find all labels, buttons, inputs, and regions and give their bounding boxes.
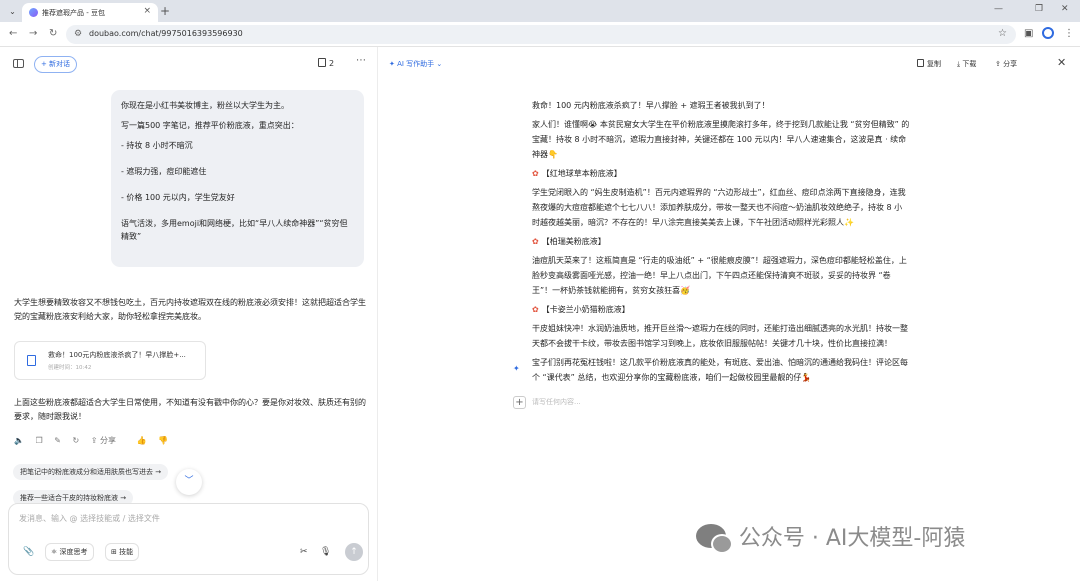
product-description: 油痘肌天菜来了！这瓶简直是 “行走的吸油纸” + “很能痕皮膜”！超强遮瑕力，深… — [532, 256, 907, 295]
browser-tab-active[interactable]: 推荐遮瑕产品 - 豆包 × — [22, 3, 158, 22]
browser-tab-strip: ⌄ 推荐遮瑕产品 - 豆包 × + — ❐ ✕ — [0, 0, 1080, 22]
forward-icon[interactable]: → — [29, 28, 37, 39]
tab-title: 推荐遮瑕产品 - 豆包 — [42, 9, 105, 17]
user-message-line: - 遮瑕力强，痘印能遮住 — [121, 167, 207, 176]
documents-count-button[interactable]: 2 — [318, 58, 334, 68]
chat-panel: + 新对话 2 ⋯ 你现在是小红书美妆博主，粉丝以大学生为主。 写一篇500 字… — [0, 47, 378, 581]
document-icon — [27, 355, 36, 366]
assistant-reply-intro: 大学生想要精致妆容又不想钱包吃土，百元内持妆遮瑕双在线的粉底液必须安排！这就把超… — [14, 298, 366, 321]
address-bar[interactable]: ⚙ doubao.com/chat/9975016393596930 ☆ — [66, 25, 1016, 44]
add-block-button[interactable]: + — [513, 396, 526, 409]
product-description: 学生党闭眼入的 “妈生皮制造机”！百元内遮瑕界的 “六边形战士”，红血丝、痘印点… — [532, 188, 906, 227]
ai-assist-icon[interactable]: ✦ — [513, 364, 520, 373]
document-intro: 家人们！谁懂啊😭 本贫民窟女大学生在平价粉底液里摸爬滚打多年，终于挖到几款能让我… — [532, 120, 910, 159]
document-panel: ✦ AI 写作助手 ⌄ 复制 ⤓ 下载 ⇪ 分享 ✕ 救命！100 元内粉底液杀… — [379, 47, 1080, 581]
browser-menu-icon[interactable]: ⋮ — [1064, 28, 1074, 39]
read-aloud-icon[interactable]: 🔈 — [14, 436, 24, 445]
product-heading: ✿ 【红地球草本粉底液】 — [532, 166, 910, 181]
close-window-icon[interactable]: ✕ — [1061, 4, 1069, 14]
share-label: 分享 — [1003, 60, 1018, 68]
documents-count: 2 — [329, 59, 335, 68]
product-heading: ✿ 【柏瑞美粉底液】 — [532, 234, 910, 249]
document-card-title: 救命！100元内粉底液杀疯了！早八撑脸+... — [48, 351, 186, 359]
share-label: 分享 — [99, 436, 116, 445]
document-input-placeholder[interactable]: 请写任何内容... — [532, 397, 581, 407]
scissors-icon[interactable]: ✂ — [300, 547, 308, 557]
copy-button[interactable]: 复制 — [917, 59, 941, 69]
url-text[interactable]: doubao.com/chat/9975016393596930 — [89, 29, 243, 38]
user-message-line: - 价格 100 元以内，学生党友好 — [121, 193, 235, 202]
product-description: 干皮姐妹快冲！水润奶油质地，推开巨丝滑～遮瑕力在线的同时，还能打造出细腻透亮的水… — [532, 324, 908, 348]
generated-document-card[interactable]: 救命！100元内粉底液杀疯了！早八撑脸+... 创建时间：10:42 — [14, 341, 206, 380]
scroll-down-button[interactable]: ﹀ — [176, 469, 202, 495]
like-icon[interactable]: 👍 — [137, 436, 147, 445]
extensions-icon[interactable]: ▣ — [1024, 28, 1033, 39]
new-tab-button[interactable]: + — [160, 4, 170, 18]
deep-think-label: 深度思考 — [59, 548, 88, 556]
deep-think-button[interactable]: ⚛ 深度思考 — [45, 543, 94, 561]
send-button[interactable]: ↑ — [345, 543, 363, 561]
close-panel-icon[interactable]: ✕ — [1057, 56, 1066, 69]
skills-label: 技能 — [119, 548, 134, 556]
user-message-line: 你现在是小红书美妆博主，粉丝以大学生为主。 — [121, 101, 289, 110]
close-tab-icon[interactable]: × — [143, 6, 151, 16]
address-toolbar: ← → ↻ ⚙ doubao.com/chat/9975016393596930… — [0, 22, 1080, 47]
document-title: 救命！100 元内粉底液杀疯了！早八撑脸 + 遮瑕王者被我扒到了！ — [532, 101, 770, 110]
share-button[interactable]: ⇪ 分享 — [91, 436, 125, 445]
edit-icon[interactable]: ✎ — [54, 436, 61, 445]
download-label: 下载 — [962, 60, 977, 68]
product-heading-text: 【红地球草本粉底液】 — [541, 169, 622, 178]
copy-icon[interactable]: ❐ — [36, 436, 43, 445]
bookmark-star-icon[interactable]: ☆ — [998, 28, 1007, 39]
user-message-line: - 持妆 8 小时不暗沉 — [121, 141, 193, 150]
maximize-icon[interactable]: ❐ — [1035, 4, 1043, 14]
copy-label: 复制 — [927, 60, 941, 68]
download-button[interactable]: ⤓ 下载 — [957, 59, 976, 69]
suggestion-chip[interactable]: 把笔记中的粉底液成分和适用肤质也写进去 → — [13, 464, 169, 480]
new-chat-button[interactable]: + 新对话 — [34, 56, 77, 73]
wechat-icon — [696, 524, 733, 554]
sidebar-toggle-icon[interactable] — [13, 59, 24, 68]
regenerate-icon[interactable]: ↻ — [72, 436, 79, 445]
user-message-bubble: 你现在是小红书美妆博主，粉丝以大学生为主。 写一篇500 字笔记，推荐平价粉底液… — [111, 90, 364, 267]
product-heading-text: 【卡姿兰小奶猫粉底液】 — [541, 305, 630, 314]
document-card-time: 创建时间：10:42 — [48, 365, 92, 371]
share-button[interactable]: ⇪ 分享 — [995, 59, 1017, 69]
more-options-icon[interactable]: ⋯ — [356, 55, 366, 66]
flower-icon: ✿ — [532, 237, 539, 246]
doubao-favicon-icon — [29, 8, 38, 17]
product-heading: ✿ 【卡姿兰小奶猫粉底液】 — [532, 302, 910, 317]
tab-search-icon[interactable]: ⌄ — [6, 5, 19, 18]
skills-button[interactable]: ⊞ 技能 — [105, 543, 140, 561]
composer-placeholder[interactable]: 发消息、输入 @ 选择技能或 / 选择文件 — [19, 513, 160, 524]
message-actions: 🔈 ❐ ✎ ↻ ⇪ 分享 👍 👎 — [14, 435, 177, 446]
copy-icon — [917, 59, 924, 67]
watermark-text: 公众号 · AI大模型-阿猿 — [738, 526, 966, 551]
minimize-icon[interactable]: — — [994, 4, 1003, 14]
assistant-reply-outro: 上面这些粉底液都超适合大学生日常使用，不知道有没有戳中你的心？要是你对妆效、肤质… — [14, 398, 366, 421]
watermark: 公众号 · AI大模型-阿猿 — [696, 520, 966, 554]
product-heading-text: 【柏瑞美粉底液】 — [541, 237, 606, 246]
site-info-icon[interactable]: ⚙ — [74, 29, 82, 39]
flower-icon: ✿ — [532, 305, 539, 314]
back-icon[interactable]: ← — [9, 28, 17, 39]
message-composer[interactable]: 发消息、输入 @ 选择技能或 / 选择文件 📎 ⚛ 深度思考 ⊞ 技能 ✂ 🎙 … — [8, 503, 369, 575]
document-outro: 宝子们别再花冤枉钱啦！这几款平价粉底液真的能处，有斑底、爱出油、怕暗沉的通通给我… — [532, 358, 908, 382]
attach-icon[interactable]: 📎 — [23, 547, 34, 557]
dislike-icon[interactable]: 👎 — [158, 436, 168, 445]
document-icon — [318, 58, 326, 67]
ai-writer-dropdown[interactable]: ✦ AI 写作助手 ⌄ — [389, 59, 442, 69]
user-message-line: 写一篇500 字笔记，推荐平价粉底液，重点突出： — [121, 121, 299, 130]
flower-icon: ✿ — [532, 169, 539, 178]
profile-avatar-icon[interactable] — [1042, 27, 1054, 39]
microphone-icon[interactable]: 🎙 — [320, 547, 331, 557]
document-body[interactable]: 救命！100 元内粉底液杀疯了！早八撑脸 + 遮瑕王者被我扒到了！ 家人们！谁懂… — [532, 98, 910, 389]
ai-writer-label: AI 写作助手 — [397, 60, 435, 68]
reload-icon[interactable]: ↻ — [49, 28, 57, 39]
user-message-line: 语气活泼，多用emoji和网络梗，比如“早八人续命神器”“贫穷但精致” — [121, 219, 348, 241]
